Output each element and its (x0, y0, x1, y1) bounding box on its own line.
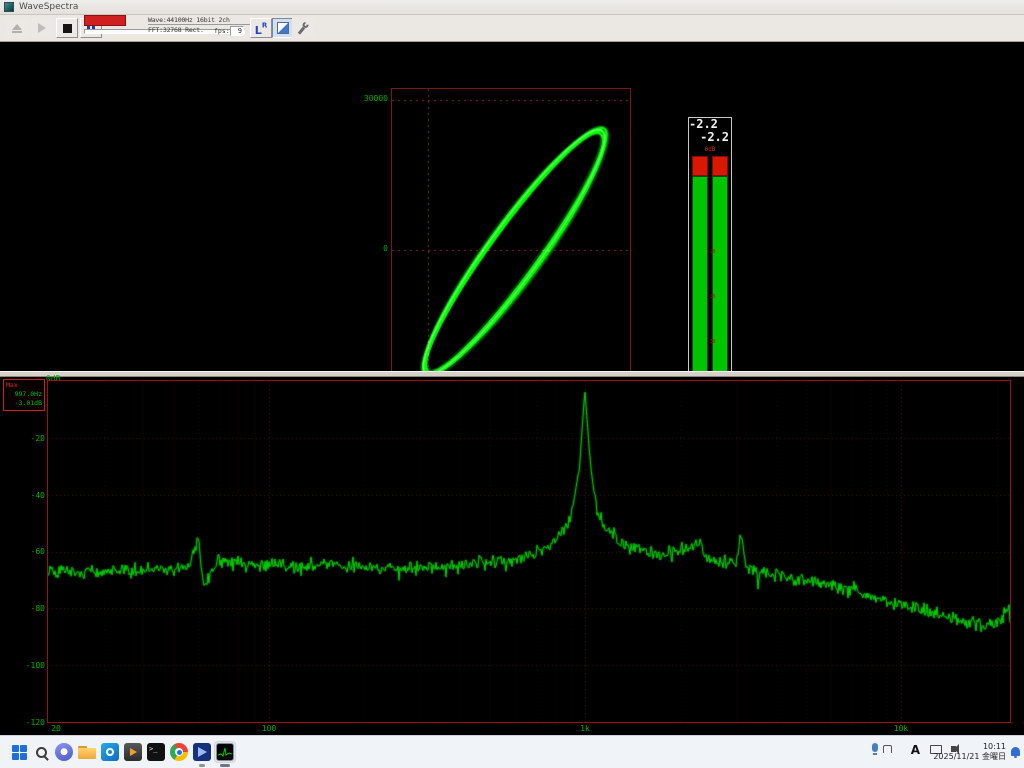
peak-frequency-value: 997.0Hz (6, 390, 42, 399)
clock-time: 10:11 (933, 742, 1006, 752)
clock-date: 2025/11/21 金曜日 (933, 752, 1006, 762)
notification-bell-icon[interactable] (1011, 747, 1020, 756)
microphone-icon (872, 743, 878, 752)
media-player-icon (124, 743, 142, 761)
chrome-icon (170, 743, 188, 761)
meter-right-value: -2.2 (689, 131, 731, 144)
meter-bar-right (712, 156, 728, 394)
title-bar[interactable]: WaveSpectra (0, 0, 1024, 15)
spectrum-y-tick-label: -20 (14, 434, 45, 443)
meter-left-red-zone (692, 156, 708, 176)
spectrum-x-tick-label: 100 (249, 724, 289, 733)
meter-left-level (692, 176, 708, 394)
meter-0db-label: 0dB (689, 146, 731, 154)
peak-readout-title: Max (6, 381, 42, 390)
spectrum-x-tick-label: 1k (565, 724, 605, 733)
lissajous-ymax-label: 30000 (343, 94, 388, 103)
eject-icon (12, 24, 22, 33)
taskbar-outlook-button[interactable] (99, 741, 121, 763)
folder-icon (78, 746, 96, 759)
taskbar-chat-button[interactable]: ● (53, 741, 75, 763)
taskbar-search-button[interactable] (30, 741, 52, 763)
video-app-running-indicator (199, 764, 205, 767)
taskbar-clock[interactable]: 10:11 2025/11/21 金曜日 (933, 742, 1006, 762)
settings-button[interactable] (292, 18, 314, 38)
spectrum-y-tick-label: -40 (14, 491, 45, 500)
spectrum-x-tick-label: 20 (36, 724, 76, 733)
recording-indicator (84, 15, 126, 26)
spectrum-y-tick-label: -60 (14, 547, 45, 556)
lissajous-scope (391, 88, 631, 409)
taskbar-media-player-button[interactable] (122, 741, 144, 763)
spectrum-y-tick-label: -80 (14, 604, 45, 613)
spectrum-panel: Max 997.0Hz -3.01dB 0dB -20-40-60-80-100… (0, 377, 1024, 735)
meter-scale-ticks: -10-20-30-40 (708, 156, 714, 394)
play-button[interactable] (31, 18, 53, 38)
stop-button[interactable] (56, 18, 78, 38)
channel-lr-button[interactable]: LR (250, 18, 272, 38)
ime-indicator[interactable]: A (911, 743, 920, 757)
meter-tick-label: -20 (706, 294, 716, 300)
wavespectra-screen: WaveSpectra Wave:44100Hz 16bit 2ch FFT:3… (0, 0, 1024, 768)
spectrum-canvas (48, 381, 1010, 722)
meter-right-red-zone (712, 156, 728, 176)
window-title: WaveSpectra (19, 2, 78, 12)
wavespectra-app-icon (216, 743, 234, 761)
taskbar-terminal-button[interactable]: >_ (145, 741, 167, 763)
meter-tick-label: -10 (706, 249, 716, 255)
spectrum-plot (47, 380, 1011, 723)
search-icon (36, 747, 47, 758)
level-meter: -2.2 -2.2 0dB -10-20-30-40 L R (688, 117, 732, 404)
audio-device-tray-button[interactable] (883, 745, 892, 753)
taskbar-wavespectra-button[interactable] (214, 741, 236, 763)
display-mode-toggle-button[interactable] (272, 18, 294, 38)
stop-icon (63, 24, 72, 33)
peak-readout-box: Max 997.0Hz -3.01dB (3, 379, 45, 411)
meter-right-level (712, 176, 728, 394)
taskbar-chrome-button[interactable] (168, 741, 190, 763)
start-button[interactable] (8, 741, 30, 763)
scope-panel: 30000 0 -30000 -2.2 -2.2 0dB -10-20-30-4… (0, 42, 1024, 371)
play-icon (38, 23, 46, 33)
meter-tick-label: -30 (706, 339, 716, 345)
channel-lr-icon: LR (255, 19, 267, 38)
spectrum-x-tick-label: 10k (881, 724, 921, 733)
peak-level-value: -3.01dB (6, 399, 42, 408)
display-mode-icon (277, 22, 289, 34)
terminal-icon: >_ (147, 743, 165, 761)
outlook-icon (101, 743, 119, 761)
wavespectra-running-indicator (220, 764, 230, 767)
wrench-icon (293, 18, 313, 38)
system-tray: A 10:11 2025/11/21 金曜日 (844, 736, 1024, 768)
fps-value: 9 (230, 26, 244, 36)
taskbar-video-app-button[interactable] (191, 741, 213, 763)
taskbar-file-explorer-button[interactable] (76, 741, 98, 763)
toolbar: Wave:44100Hz 16bit 2ch FFT:32768 Rect. f… (0, 15, 1024, 42)
lissajous-ymid-label: 0 (343, 244, 388, 253)
app-icon (4, 2, 14, 12)
lissajous-canvas (392, 89, 630, 408)
video-app-icon (193, 743, 211, 761)
eject-button[interactable] (6, 18, 28, 38)
meter-bar-left (692, 156, 708, 394)
fps-label: fps: (214, 26, 230, 36)
taskbar: ● >_ A 10:11 2025/11/21 金曜日 (0, 735, 1024, 768)
chat-icon: ● (55, 743, 73, 761)
audio-device-icon (883, 745, 892, 753)
wave-format-label: Wave:44100Hz 16bit 2ch (148, 15, 252, 25)
spectrum-y-tick-label: -100 (14, 661, 45, 670)
windows-start-icon (12, 745, 27, 760)
